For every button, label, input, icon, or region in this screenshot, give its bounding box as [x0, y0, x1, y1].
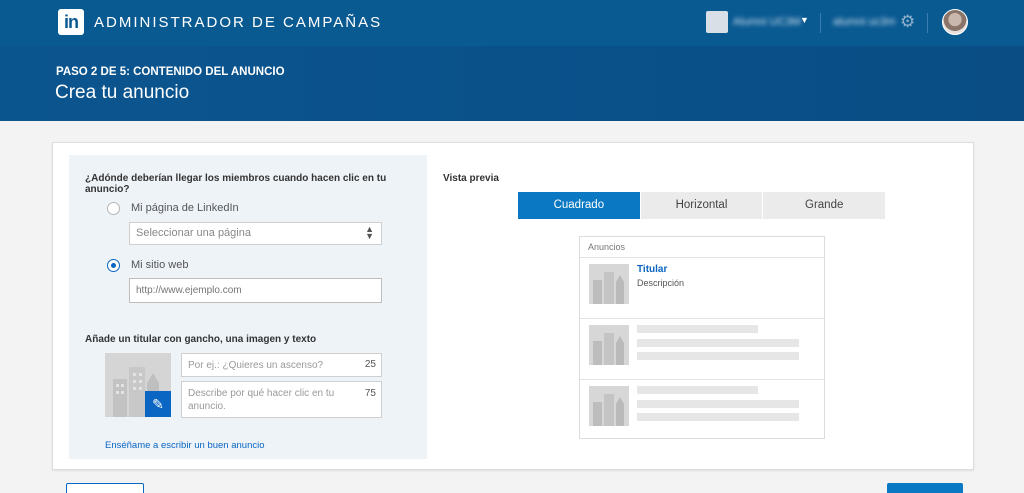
destination-question: ¿Adónde deberían llegar los miembros cua… — [85, 173, 387, 195]
radio-linkedin-page-label[interactable]: Mi página de LinkedIn — [131, 202, 239, 214]
account-logo[interactable] — [706, 11, 728, 33]
ad-preview-placeholder — [580, 320, 824, 380]
ad-description: Descripción — [637, 278, 685, 288]
ad-image-upload[interactable]: ✎ — [105, 353, 171, 417]
tab-square[interactable]: Cuadrado — [518, 192, 641, 219]
ad-preview-placeholder — [580, 381, 824, 441]
placeholder-line — [637, 325, 758, 333]
top-bar: in ADMINISTRADOR DE CAMPAÑAS Alumni UC3M… — [0, 0, 1024, 46]
avatar[interactable] — [942, 9, 968, 35]
page-title: Crea tu anuncio — [55, 82, 190, 103]
page-select[interactable]: Seleccionar una página ▲ ▼ — [129, 222, 382, 245]
ad-form-panel: ¿Adónde deberían llegar los miembros cua… — [69, 155, 427, 459]
ad-title: Titular — [637, 264, 668, 275]
back-button[interactable] — [66, 483, 144, 493]
placeholder-line — [637, 339, 799, 347]
user-name[interactable]: alumni uc3m — [833, 16, 895, 28]
content-question: Añade un titular con gancho, una imagen … — [85, 334, 317, 345]
radio-linkedin-page[interactable] — [107, 202, 120, 215]
description-counter: 75 — [364, 388, 376, 399]
placeholder-line — [637, 413, 799, 421]
url-input[interactable] — [129, 278, 382, 303]
chevron-down-icon[interactable]: ▼ — [800, 15, 809, 25]
building-placeholder-icon — [589, 325, 629, 365]
ad-preview-item: Titular Descripción — [580, 259, 824, 319]
radio-website-label[interactable]: Mi sitio web — [131, 259, 188, 271]
ad-content-card: ¿Adónde deberían llegar los miembros cua… — [52, 142, 974, 470]
placeholder-line — [637, 386, 758, 394]
divider — [820, 13, 821, 33]
tab-horizontal[interactable]: Horizontal — [640, 192, 764, 219]
page-select-value: Seleccionar una página — [136, 227, 251, 239]
radio-website[interactable] — [107, 259, 120, 272]
app-title: ADMINISTRADOR DE CAMPAÑAS — [94, 14, 383, 31]
divider — [927, 13, 928, 33]
building-placeholder-icon — [589, 264, 629, 304]
headline-placeholder: Por ej.: ¿Quieres un ascenso? — [188, 360, 324, 371]
placeholder-line — [637, 352, 799, 360]
preview-label: Vista previa — [443, 173, 499, 184]
building-placeholder-icon — [589, 386, 629, 426]
step-indicator: PASO 2 DE 5: CONTENIDO DEL ANUNCIO — [56, 66, 285, 78]
page-header: PASO 2 DE 5: CONTENIDO DEL ANUNCIO Crea … — [0, 46, 1024, 121]
account-name[interactable]: Alumni UC3M — [733, 16, 801, 28]
next-button[interactable] — [887, 483, 963, 493]
linkedin-logo-icon[interactable]: in — [58, 9, 84, 35]
help-link[interactable]: Enséñame a escribir un buen anuncio — [105, 440, 265, 451]
tab-large[interactable]: Grande — [763, 192, 886, 219]
ad-preview-box: Anuncios Titular Descripción — [579, 236, 825, 439]
preview-tabs: Cuadrado Horizontal Grande — [518, 192, 886, 219]
gear-icon[interactable]: ⚙ — [900, 13, 915, 31]
description-placeholder: Describe por qué hacer clic en tu anunci… — [188, 388, 335, 412]
description-input[interactable]: Describe por qué hacer clic en tu anunci… — [181, 381, 382, 418]
pencil-icon[interactable]: ✎ — [145, 391, 171, 417]
ads-header: Anuncios — [580, 237, 824, 258]
select-arrows-icon: ▲ ▼ — [365, 224, 374, 241]
placeholder-line — [637, 400, 799, 408]
headline-counter: 25 — [364, 359, 376, 370]
headline-input[interactable]: Por ej.: ¿Quieres un ascenso? 25 — [181, 353, 382, 377]
